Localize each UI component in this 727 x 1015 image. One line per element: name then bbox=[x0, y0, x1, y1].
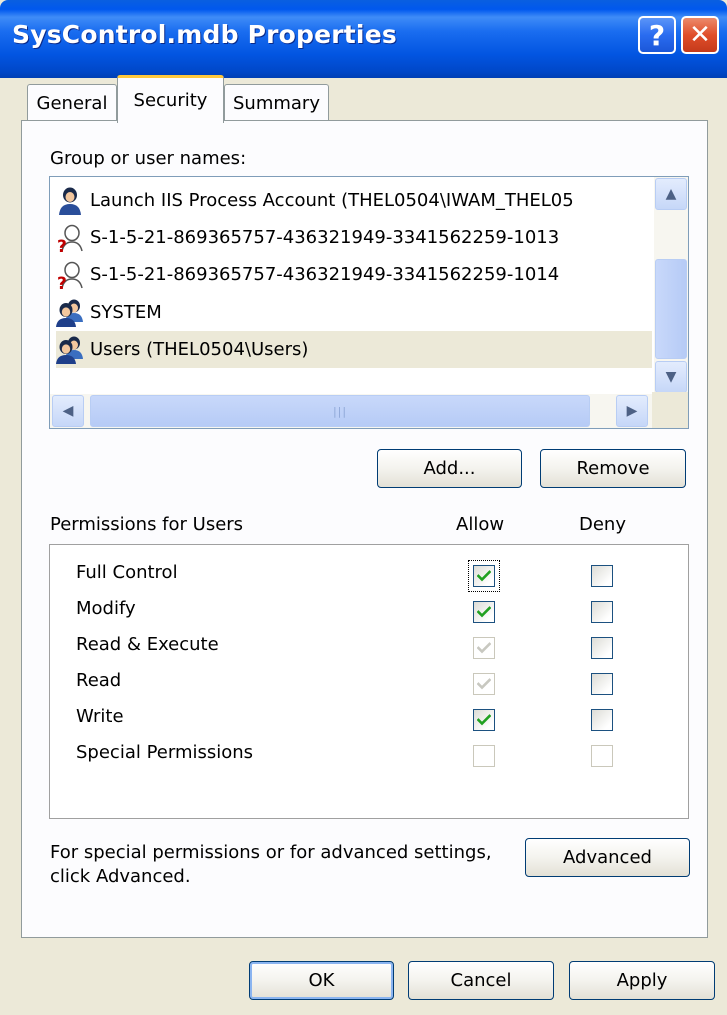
grip-icon: ||| bbox=[332, 404, 348, 418]
list-item-label: Launch IIS Process Account (THEL0504\IWA… bbox=[90, 190, 574, 211]
scrollbar-corner bbox=[652, 392, 688, 428]
tab-general-label: General bbox=[36, 93, 108, 114]
allow-checkbox bbox=[473, 637, 495, 659]
permissions-list: Full Control Modify Read & Execute Read Writ… bbox=[49, 544, 689, 819]
unknown-user-icon: ? bbox=[57, 224, 83, 253]
deny-checkbox[interactable] bbox=[591, 673, 613, 695]
list-item[interactable]: SYSTEM bbox=[56, 294, 652, 331]
tab-security-label: Security bbox=[133, 90, 208, 111]
horizontal-scrollbar[interactable]: ◀ ||| ▶ bbox=[50, 394, 654, 428]
list-item[interactable]: ? S-1-5-21-869365757-436321949-334156225… bbox=[56, 256, 652, 293]
allow-checkbox bbox=[473, 673, 495, 695]
vertical-scrollbar[interactable]: ▲ ▼ bbox=[654, 177, 688, 394]
close-button[interactable]: ✕ bbox=[681, 16, 719, 54]
group-icon bbox=[56, 336, 83, 364]
permission-name: Read bbox=[76, 670, 122, 691]
tab-summary-label: Summary bbox=[233, 93, 320, 114]
svg-text:?: ? bbox=[57, 237, 67, 253]
list-item-selected[interactable]: Users (THEL0504\Users) bbox=[56, 331, 652, 368]
advanced-hint-line1: For special permissions or for advanced … bbox=[50, 842, 492, 863]
deny-checkbox[interactable] bbox=[591, 601, 613, 623]
svg-text:?: ? bbox=[57, 274, 67, 290]
users-list-label: Group or user names: bbox=[50, 148, 247, 169]
horizontal-scroll-thumb[interactable]: ||| bbox=[90, 395, 590, 427]
deny-checkbox[interactable] bbox=[591, 565, 613, 587]
scroll-left-button[interactable]: ◀ bbox=[52, 395, 84, 427]
deny-column-header: Deny bbox=[579, 514, 626, 535]
checkmark-icon bbox=[477, 606, 491, 618]
checkmark-icon bbox=[477, 714, 491, 726]
tab-general[interactable]: General bbox=[27, 84, 117, 122]
ok-button[interactable]: OK bbox=[249, 961, 394, 1000]
tab-summary[interactable]: Summary bbox=[224, 84, 329, 122]
chevron-right-icon: ▶ bbox=[626, 403, 638, 419]
checkmark-icon bbox=[477, 678, 491, 690]
checkmark-icon bbox=[477, 642, 491, 654]
advanced-button[interactable]: Advanced bbox=[525, 838, 690, 877]
group-icon bbox=[56, 299, 83, 327]
allow-checkbox[interactable] bbox=[473, 565, 495, 587]
properties-dialog: SysControl.mdb Properties ? ✕ General Se… bbox=[0, 0, 727, 1015]
title-bar[interactable]: SysControl.mdb Properties ? ✕ bbox=[0, 0, 727, 78]
close-icon: ✕ bbox=[689, 20, 711, 50]
scroll-up-button[interactable]: ▲ bbox=[655, 178, 687, 210]
permission-name: Write bbox=[76, 706, 124, 727]
chevron-left-icon: ◀ bbox=[62, 403, 74, 419]
list-item-label: SYSTEM bbox=[90, 302, 162, 323]
allow-checkbox bbox=[473, 745, 495, 767]
permission-name: Special Permissions bbox=[76, 742, 254, 763]
scroll-down-button[interactable]: ▼ bbox=[655, 361, 687, 393]
permission-name: Full Control bbox=[76, 562, 178, 583]
deny-checkbox[interactable] bbox=[591, 709, 613, 731]
scroll-right-button[interactable]: ▶ bbox=[616, 395, 648, 427]
apply-button[interactable]: Apply bbox=[569, 961, 715, 1000]
chevron-down-icon: ▼ bbox=[665, 369, 677, 385]
help-button[interactable]: ? bbox=[638, 16, 676, 54]
permission-name: Read & Execute bbox=[76, 634, 219, 655]
list-item-label: S-1-5-21-869365757-436321949-3341562259-… bbox=[90, 264, 560, 285]
list-item[interactable]: ? S-1-5-21-869365757-436321949-334156225… bbox=[56, 219, 652, 256]
window-title: SysControl.mdb Properties bbox=[12, 20, 397, 49]
remove-button[interactable]: Remove bbox=[540, 449, 686, 488]
vertical-scroll-thumb[interactable] bbox=[655, 259, 687, 359]
allow-checkbox[interactable] bbox=[473, 601, 495, 623]
chevron-up-icon: ▲ bbox=[665, 186, 677, 202]
help-icon: ? bbox=[648, 18, 666, 52]
permissions-label: Permissions for Users bbox=[50, 514, 244, 535]
user-icon bbox=[59, 187, 81, 215]
list-item[interactable]: Launch IIS Process Account (THEL0504\IWA… bbox=[56, 182, 652, 219]
checkmark-icon bbox=[477, 570, 491, 582]
list-item-label: Users (THEL0504\Users) bbox=[90, 339, 309, 360]
list-item-label: S-1-5-21-869365757-436321949-3341562259-… bbox=[90, 227, 560, 248]
allow-checkbox[interactable] bbox=[473, 709, 495, 731]
advanced-hint-line2: click Advanced. bbox=[50, 866, 191, 887]
users-listbox[interactable]: Launch IIS Process Account (THEL0504\IWA… bbox=[49, 176, 689, 429]
allow-column-header: Allow bbox=[456, 514, 505, 535]
deny-checkbox[interactable] bbox=[591, 637, 613, 659]
tab-security[interactable]: Security bbox=[117, 75, 224, 123]
deny-checkbox bbox=[591, 745, 613, 767]
unknown-user-icon: ? bbox=[57, 261, 83, 290]
permission-name: Modify bbox=[76, 598, 136, 619]
cancel-button[interactable]: Cancel bbox=[408, 961, 554, 1000]
add-button[interactable]: Add... bbox=[377, 449, 522, 488]
